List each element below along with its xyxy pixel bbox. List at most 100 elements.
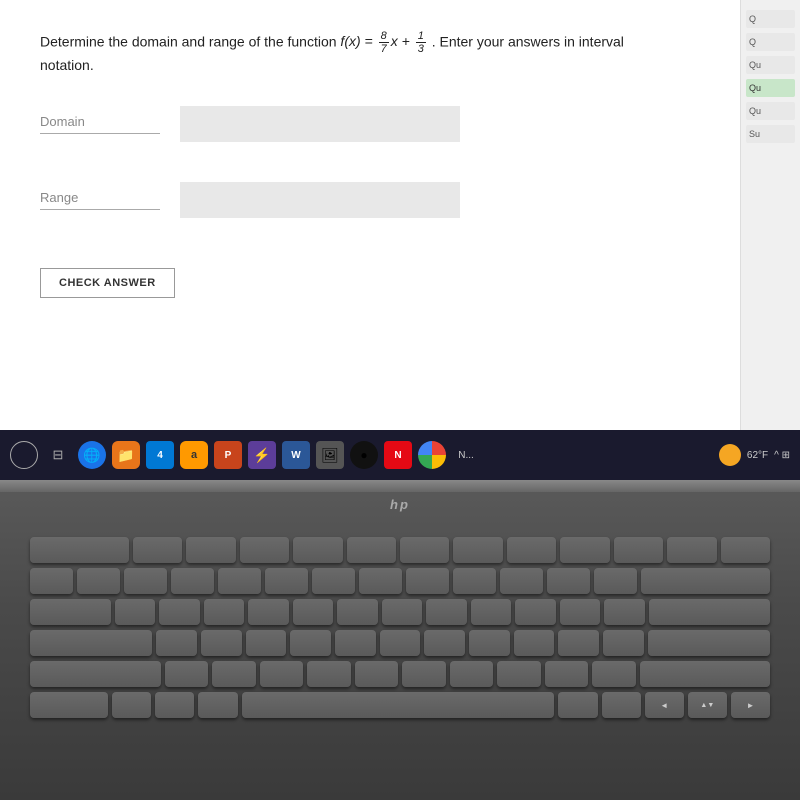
word-icon[interactable]: W (282, 441, 310, 469)
key-v[interactable] (307, 661, 351, 687)
key-l[interactable] (514, 630, 555, 656)
key-k[interactable] (469, 630, 510, 656)
key-lshift[interactable] (30, 661, 161, 687)
key-x[interactable] (212, 661, 256, 687)
key-h[interactable] (380, 630, 421, 656)
search-taskbar-icon[interactable] (10, 441, 38, 469)
key-backslash[interactable] (649, 599, 770, 625)
key-lwin[interactable] (155, 692, 194, 718)
n-app-icon[interactable]: N... (452, 441, 480, 469)
key-f8[interactable] (507, 537, 556, 563)
key-equals[interactable] (594, 568, 637, 594)
key-caps[interactable] (30, 630, 152, 656)
key-8[interactable] (406, 568, 449, 594)
side-item-1[interactable]: Q (746, 10, 795, 28)
lightning-icon[interactable]: ⚡ (248, 441, 276, 469)
key-semicolon[interactable] (558, 630, 599, 656)
key-0[interactable] (500, 568, 543, 594)
system-tray[interactable]: ^ ⊞ (774, 450, 790, 461)
check-answer-button[interactable]: CHECK ANSWER (40, 268, 175, 298)
key-y[interactable] (337, 599, 377, 625)
key-minus[interactable] (547, 568, 590, 594)
key-7[interactable] (359, 568, 402, 594)
key-f7[interactable] (453, 537, 502, 563)
key-w[interactable] (159, 599, 199, 625)
key-backtick[interactable] (30, 568, 73, 594)
key-f9[interactable] (560, 537, 609, 563)
domain-input[interactable] (180, 106, 460, 142)
key-tab[interactable] (30, 599, 111, 625)
side-item-3[interactable]: Qu (746, 56, 795, 74)
key-lbracket[interactable] (560, 599, 600, 625)
photo-app-icon[interactable]: 🖼 (316, 441, 344, 469)
dark-app-icon[interactable]: ● (350, 441, 378, 469)
key-rctrl[interactable] (602, 692, 641, 718)
key-period[interactable] (545, 661, 589, 687)
key-fn[interactable] (112, 692, 151, 718)
key-2[interactable] (124, 568, 167, 594)
key-backspace[interactable] (641, 568, 770, 594)
key-updown[interactable]: ▲▼ (688, 692, 727, 718)
key-b[interactable] (355, 661, 399, 687)
key-e[interactable] (204, 599, 244, 625)
task-view-icon[interactable]: ⊟ (44, 441, 72, 469)
key-f5[interactable] (347, 537, 396, 563)
side-item-6[interactable]: Su (746, 125, 795, 143)
key-a[interactable] (156, 630, 197, 656)
key-comma[interactable] (497, 661, 541, 687)
key-d[interactable] (246, 630, 287, 656)
key-f6[interactable] (400, 537, 449, 563)
key-right[interactable]: ► (731, 692, 770, 718)
file-explorer-icon[interactable]: 📁 (112, 441, 140, 469)
key-f11[interactable] (667, 537, 716, 563)
key-f10[interactable] (614, 537, 663, 563)
key-rshift[interactable] (640, 661, 771, 687)
key-f1[interactable] (133, 537, 182, 563)
key-n[interactable] (402, 661, 446, 687)
key-enter[interactable] (648, 630, 770, 656)
key-f12[interactable] (721, 537, 770, 563)
key-f3[interactable] (240, 537, 289, 563)
key-s[interactable] (201, 630, 242, 656)
key-o[interactable] (471, 599, 511, 625)
netflix-icon[interactable]: N (384, 441, 412, 469)
key-m[interactable] (450, 661, 494, 687)
key-rbracket[interactable] (604, 599, 644, 625)
key-f4[interactable] (293, 537, 342, 563)
amazon-icon[interactable]: a (180, 441, 208, 469)
key-t[interactable] (293, 599, 333, 625)
side-item-5[interactable]: Qu (746, 102, 795, 120)
key-space[interactable] (242, 692, 555, 718)
key-u[interactable] (382, 599, 422, 625)
key-left[interactable]: ◄ (645, 692, 684, 718)
key-1[interactable] (77, 568, 120, 594)
side-item-4[interactable]: Qu (746, 79, 795, 97)
key-j[interactable] (424, 630, 465, 656)
key-9[interactable] (453, 568, 496, 594)
key-p[interactable] (515, 599, 555, 625)
key-3[interactable] (171, 568, 214, 594)
key-4[interactable] (218, 568, 261, 594)
key-5[interactable] (265, 568, 308, 594)
key-r[interactable] (248, 599, 288, 625)
key-q[interactable] (115, 599, 155, 625)
key-slash[interactable] (592, 661, 636, 687)
range-input[interactable] (180, 182, 460, 218)
side-item-2[interactable]: Q (746, 33, 795, 51)
key-6[interactable] (312, 568, 355, 594)
key-g[interactable] (335, 630, 376, 656)
key-esc[interactable] (30, 537, 129, 563)
powerpoint-icon[interactable]: P (214, 441, 242, 469)
key-f[interactable] (290, 630, 331, 656)
browser-icon[interactable]: 🌐 (78, 441, 106, 469)
key-quote[interactable] (603, 630, 644, 656)
key-i[interactable] (426, 599, 466, 625)
key-f2[interactable] (186, 537, 235, 563)
key-lctrl[interactable] (30, 692, 108, 718)
key-ralt[interactable] (558, 692, 597, 718)
chrome-icon[interactable] (418, 441, 446, 469)
key-c[interactable] (260, 661, 304, 687)
ms-store-icon[interactable]: 4 (146, 441, 174, 469)
key-lalt[interactable] (198, 692, 237, 718)
key-z[interactable] (165, 661, 209, 687)
